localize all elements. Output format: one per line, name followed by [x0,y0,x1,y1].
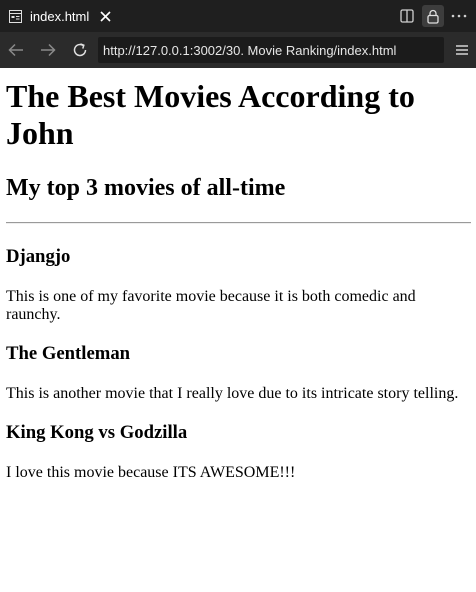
tab-bar: index.html [0,0,476,32]
movie-description: I love this movie because ITS AWESOME!!! [6,464,296,481]
tab-index[interactable]: index.html [0,0,119,32]
movie-item: Djangjo This is one of my favorite movie… [6,246,470,324]
tab-title: index.html [30,8,90,24]
tabbar-actions [392,0,476,32]
back-arrow-icon[interactable] [2,36,30,64]
movie-item: King Kong vs Godzilla I love this movie … [6,422,470,482]
page-content: The Best Movies According to John My top… [0,68,476,592]
divider [6,222,471,224]
more-options-icon[interactable] [448,5,470,27]
navigation-bar: http://127.0.0.1:3002/30. Movie Ranking/… [0,32,476,68]
file-icon [9,9,22,23]
split-view-icon[interactable] [396,5,418,27]
page-title: The Best Movies According to John [6,78,415,151]
page-subtitle: My top 3 movies of all-time [6,175,286,201]
reload-icon[interactable] [66,36,94,64]
hamburger-menu-icon[interactable] [452,38,472,62]
address-bar[interactable]: http://127.0.0.1:3002/30. Movie Ranking/… [98,37,444,63]
browser-window: index.html http://127.0.0.1:3002/30. Mov… [0,0,476,592]
forward-arrow-icon[interactable] [34,36,62,64]
lock-icon[interactable] [422,5,444,27]
close-icon[interactable] [98,9,112,23]
movie-description: This is one of my favorite movie because… [6,288,416,323]
url-text[interactable]: http://127.0.0.1:3002/30. Movie Ranking/… [103,43,396,58]
movie-title: Djangjo [6,246,71,267]
movie-title: King Kong vs Godzilla [6,422,188,443]
movie-description: This is another movie that I really love… [6,385,459,402]
movie-item: The Gentleman This is another movie that… [6,343,470,403]
movie-title: The Gentleman [6,343,131,364]
